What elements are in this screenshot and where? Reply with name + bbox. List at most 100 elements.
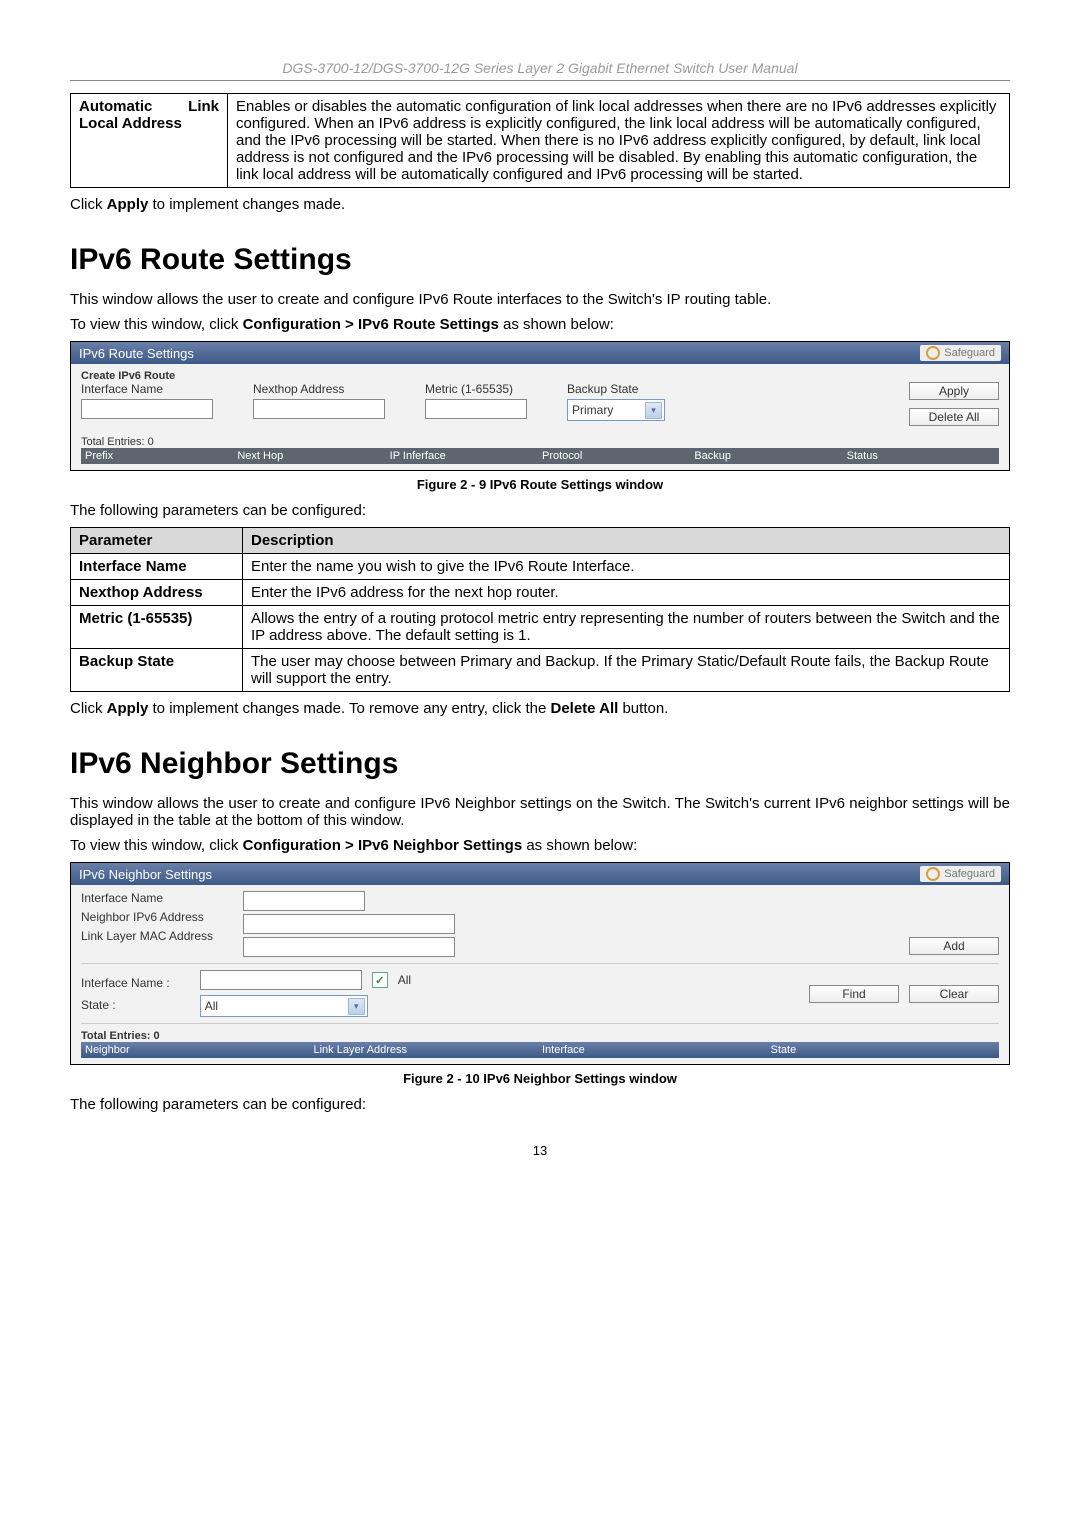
all-checkbox[interactable]: ✓ (372, 972, 388, 988)
ifname2-input[interactable] (200, 970, 362, 990)
table-row: Nexthop Address Enter the IPv6 address f… (71, 580, 1010, 606)
col-parameter: Parameter (71, 528, 243, 554)
backup-select[interactable]: Primary ▾ (567, 399, 665, 421)
param-name: Nexthop Address (71, 580, 243, 606)
route-intro: This window allows the user to create an… (70, 291, 1010, 308)
neighbor-params-intro: The following parameters can be configur… (70, 1096, 1010, 1113)
find-button[interactable]: Find (809, 985, 899, 1003)
ifname-label: Interface Name (81, 382, 213, 396)
neighbor-ip-label: Neighbor IPv6 Address (81, 910, 213, 924)
param-desc: Enter the name you wish to give the IPv6… (243, 554, 1010, 580)
col-lla: Link Layer Address (314, 1044, 539, 1056)
text: as shown below: (522, 837, 637, 854)
col-ipif: IP Inferface (390, 450, 538, 462)
table-row: Metric (1-65535) Allows the entry of a r… (71, 606, 1010, 649)
safeguard-badge: Safeguard (920, 345, 1001, 361)
mac-label: Link Layer MAC Address (81, 929, 213, 943)
breadcrumb: Configuration > IPv6 Neighbor Settings (243, 837, 523, 854)
route-params-table: Parameter Description Interface Name Ent… (70, 527, 1010, 692)
state-select-value: All (205, 999, 218, 1013)
table-row: Interface Name Enter the name you wish t… (71, 554, 1010, 580)
apply-button[interactable]: Apply (909, 382, 999, 400)
add-button[interactable]: Add (909, 937, 999, 955)
apply-word: Apply (107, 700, 149, 717)
route-fig-caption: Figure 2 - 9 IPv6 Route Settings window (70, 477, 1010, 492)
all-label: All (398, 973, 411, 987)
table-row: Backup State The user may choose between… (71, 649, 1010, 692)
metric-input[interactable] (425, 399, 527, 419)
safeguard-label: Safeguard (944, 347, 995, 359)
safeguard-label: Safeguard (944, 868, 995, 880)
doc-header: DGS-3700-12/DGS-3700-12G Series Layer 2 … (70, 60, 1010, 81)
breadcrumb: Configuration > IPv6 Route Settings (243, 316, 499, 333)
text: To view this window, click (70, 316, 243, 333)
route-table-header: Prefix Next Hop IP Inferface Protocol Ba… (81, 448, 999, 464)
total-entries: Total Entries: 0 (81, 432, 999, 448)
nexthop-label: Nexthop Address (253, 382, 385, 396)
param-desc: Enter the IPv6 address for the next hop … (243, 580, 1010, 606)
col-description: Description (243, 528, 1010, 554)
mac-input[interactable] (243, 937, 455, 957)
route-view: To view this window, click Configuration… (70, 316, 1010, 333)
col-status: Status (847, 450, 995, 462)
col-nexthop: Next Hop (237, 450, 385, 462)
neighbor-ip-input[interactable] (243, 914, 455, 934)
backup-label: Backup State (567, 382, 665, 396)
param-name: Backup State (71, 649, 243, 692)
col-neighbor: Neighbor (85, 1044, 310, 1056)
ifname-input[interactable] (81, 399, 213, 419)
col-interface: Interface (542, 1044, 767, 1056)
total-entries: Total Entries: 0 (81, 1030, 999, 1042)
state-select[interactable]: All ▾ (200, 995, 368, 1017)
neighbor-intro: This window allows the user to create an… (70, 795, 1010, 829)
route-screenshot: IPv6 Route Settings Safeguard Create IPv… (70, 341, 1010, 471)
delete-all-button[interactable]: Delete All (909, 408, 999, 426)
backup-select-value: Primary (572, 403, 613, 417)
safeguard-icon (926, 867, 940, 881)
neighbor-fig-caption: Figure 2 - 10 IPv6 Neighbor Settings win… (70, 1071, 1010, 1086)
ipv6-neighbor-title: IPv6 Neighbor Settings (70, 747, 1010, 781)
safeguard-icon (926, 346, 940, 360)
text: to implement changes made. (148, 196, 345, 213)
text: Click (70, 196, 107, 213)
col-backup: Backup (694, 450, 842, 462)
create-route-label: Create IPv6 Route (81, 370, 999, 382)
param-desc: Allows the entry of a routing protocol m… (243, 606, 1010, 649)
auto-link-desc: Enables or disables the automatic config… (228, 94, 1010, 188)
text: Click (70, 700, 107, 717)
nexthop-input[interactable] (253, 399, 385, 419)
text: to implement changes made. To remove any… (148, 700, 550, 717)
state-label: State : (81, 998, 170, 1012)
panel-title: IPv6 Neighbor Settings (79, 867, 212, 882)
metric-label: Metric (1-65535) (425, 382, 527, 396)
neighbor-view: To view this window, click Configuration… (70, 837, 1010, 854)
ifname2-label: Interface Name : (81, 976, 170, 990)
page-number: 13 (70, 1143, 1010, 1158)
auto-link-param: Automatic Link Local Address (71, 94, 228, 188)
text: as shown below: (499, 316, 614, 333)
text: button. (618, 700, 668, 717)
text: To view this window, click (70, 837, 243, 854)
neighbor-table-header: Neighbor Link Layer Address Interface St… (81, 1042, 999, 1058)
auto-link-table: Automatic Link Local Address Enables or … (70, 93, 1010, 188)
ifname-label: Interface Name (81, 891, 213, 905)
param-name: Interface Name (71, 554, 243, 580)
route-params-intro: The following parameters can be configur… (70, 502, 1010, 519)
ipv6-route-title: IPv6 Route Settings (70, 243, 1010, 277)
chevron-down-icon: ▾ (645, 402, 662, 419)
delete-all-word: Delete All (550, 700, 618, 717)
col-prefix: Prefix (85, 450, 233, 462)
apply-note-1: Click Apply to implement changes made. (70, 196, 1010, 213)
col-state: State (771, 1044, 996, 1056)
neighbor-screenshot: IPv6 Neighbor Settings Safeguard Interfa… (70, 862, 1010, 1065)
apply-word: Apply (107, 196, 149, 213)
ifname-input[interactable] (243, 891, 365, 911)
route-apply-note: Click Apply to implement changes made. T… (70, 700, 1010, 717)
clear-button[interactable]: Clear (909, 985, 999, 1003)
col-protocol: Protocol (542, 450, 690, 462)
param-desc: The user may choose between Primary and … (243, 649, 1010, 692)
param-name: Metric (1-65535) (71, 606, 243, 649)
chevron-down-icon: ▾ (348, 998, 365, 1015)
safeguard-badge: Safeguard (920, 866, 1001, 882)
panel-title: IPv6 Route Settings (79, 346, 194, 361)
